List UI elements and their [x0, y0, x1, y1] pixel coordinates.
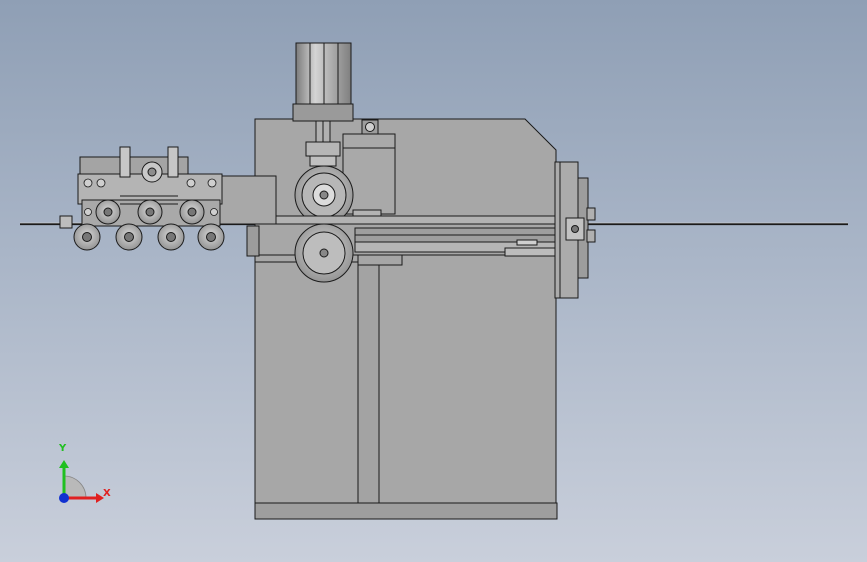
lower-roller — [294, 223, 354, 283]
machine-drawing — [20, 42, 848, 520]
straightener-upper-rollers — [95, 199, 205, 225]
y-axis-label: Y — [59, 443, 67, 454]
wire-straightener — [59, 146, 277, 229]
coordinate-triad — [59, 460, 104, 503]
end-plate — [554, 161, 596, 299]
straightener-lower-rollers — [73, 223, 225, 251]
main-housing — [246, 118, 558, 520]
z-axis-dot — [59, 493, 69, 503]
cad-viewport[interactable]: Y X — [0, 0, 867, 562]
upper-roller — [294, 165, 354, 225]
x-axis-label: X — [103, 488, 111, 499]
